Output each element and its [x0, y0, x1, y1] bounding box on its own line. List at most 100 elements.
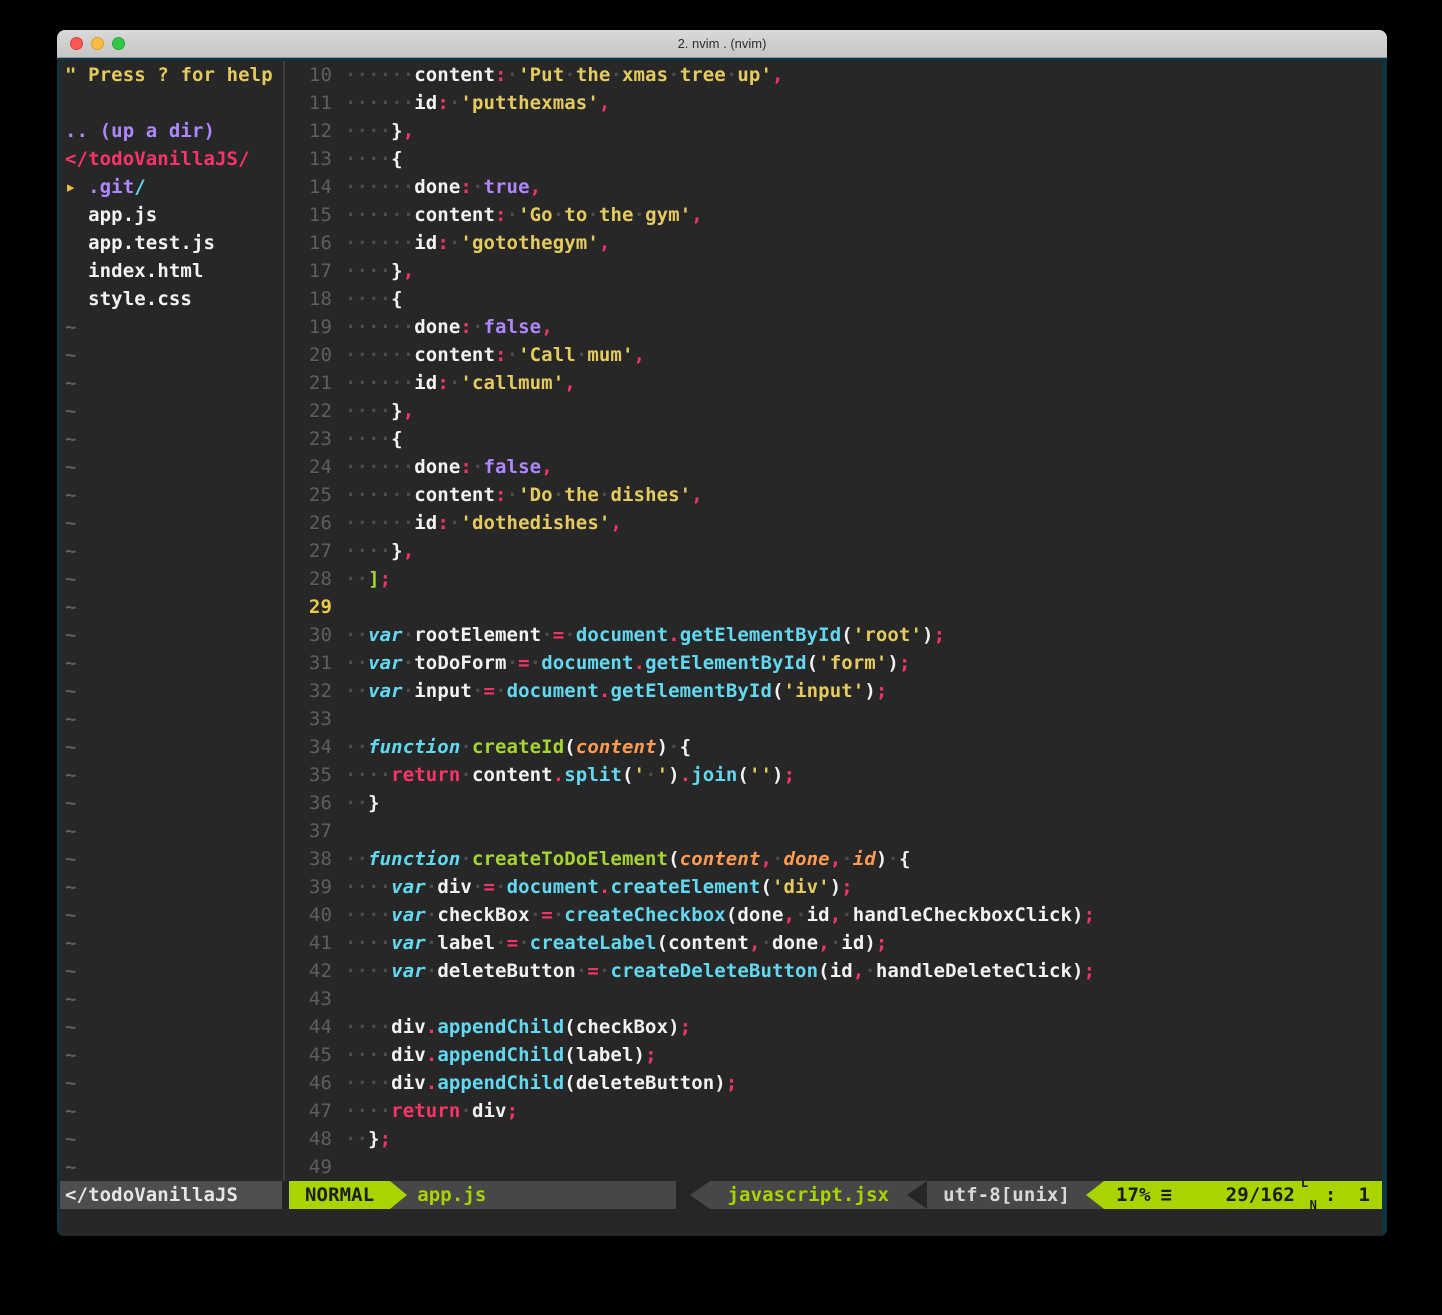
code-line[interactable]: 22····}, — [287, 397, 1382, 425]
line-number-icon: L N — [1301, 1183, 1317, 1207]
code-line[interactable]: 48··}; — [287, 1125, 1382, 1153]
line-number: 25 — [287, 481, 345, 509]
code-line[interactable]: 27····}, — [287, 537, 1382, 565]
code-line[interactable]: 41····var·label·=·createLabel(content,·d… — [287, 929, 1382, 957]
titlebar[interactable]: 2. nvim . (nvim) — [57, 30, 1387, 58]
code-line[interactable]: 28··]; — [287, 565, 1382, 593]
scroll-percent: 17% — [1116, 1181, 1151, 1209]
code-line[interactable]: 32··var·input·=·document.getElementById(… — [287, 677, 1382, 705]
column-position: 1 — [1358, 1181, 1370, 1209]
code-line[interactable]: 35····return·content.split('·').join('')… — [287, 761, 1382, 789]
code-line[interactable]: 24······done:·false, — [287, 453, 1382, 481]
empty-line-tilde: ~ — [60, 1013, 282, 1041]
empty-line-tilde: ~ — [60, 593, 282, 621]
code-line[interactable]: 12····}, — [287, 117, 1382, 145]
code-line[interactable]: 33 — [287, 705, 1382, 733]
code-line[interactable]: 20······content:·'Call·mum', — [287, 341, 1382, 369]
code-line[interactable]: 21······id:·'callmum', — [287, 369, 1382, 397]
code-line[interactable]: 38··function·createToDoElement(content,·… — [287, 845, 1382, 873]
code-line[interactable]: 49 — [287, 1153, 1382, 1181]
code-line[interactable]: 46····div.appendChild(deleteButton); — [287, 1069, 1382, 1097]
empty-line-tilde: ~ — [60, 733, 282, 761]
col-separator: : — [1325, 1181, 1337, 1209]
line-number: 22 — [287, 397, 345, 425]
empty-line-tilde: ~ — [60, 369, 282, 397]
command-line[interactable] — [60, 1209, 1382, 1236]
empty-line-tilde: ~ — [60, 789, 282, 817]
line-number: 45 — [287, 1041, 345, 1069]
code-line[interactable]: 42····var·deleteButton·=·createDeleteBut… — [287, 957, 1382, 985]
line-number: 11 — [287, 89, 345, 117]
statusline-tree-path: </todoVanillaJS — [60, 1181, 282, 1209]
line-number: 31 — [287, 649, 345, 677]
code-line[interactable]: 36··} — [287, 789, 1382, 817]
code-line[interactable]: 37 — [287, 817, 1382, 845]
code-line[interactable]: 19······done:·false, — [287, 313, 1382, 341]
mode-indicator: NORMAL — [289, 1181, 390, 1209]
code-line[interactable]: 26······id:·'dothedishes', — [287, 509, 1382, 537]
code-line[interactable]: 17····}, — [287, 257, 1382, 285]
tree-root[interactable]: </todoVanillaJS/ — [60, 145, 282, 173]
empty-line-tilde: ~ — [60, 985, 282, 1013]
code-line[interactable]: 31··var·toDoForm·=·document.getElementBy… — [287, 649, 1382, 677]
line-number: 19 — [287, 313, 345, 341]
line-number: 40 — [287, 901, 345, 929]
line-number: 27 — [287, 537, 345, 565]
line-number: 43 — [287, 985, 345, 1013]
tree-file-app-test-js[interactable]: app.test.js — [60, 229, 282, 257]
empty-line-tilde: ~ — [60, 1097, 282, 1125]
line-number: 32 — [287, 677, 345, 705]
code-line[interactable]: 34··function·createId(content)·{ — [287, 733, 1382, 761]
empty-line-tilde: ~ — [60, 313, 282, 341]
code-line[interactable]: 39····var·div·=·document.createElement('… — [287, 873, 1382, 901]
statusline-filename: app.js — [407, 1181, 675, 1209]
tree-file-index-html[interactable]: index.html — [60, 257, 282, 285]
blank — [60, 89, 282, 117]
empty-line-tilde: ~ — [60, 845, 282, 873]
empty-line-tilde: ~ — [60, 1125, 282, 1153]
code-line[interactable]: 30··var·rootElement·=·document.getElemen… — [287, 621, 1382, 649]
code-line[interactable]: 23····{ — [287, 425, 1382, 453]
window-separator[interactable] — [283, 61, 285, 1181]
code-line[interactable]: 25······content:·'Do·the·dishes', — [287, 481, 1382, 509]
line-number: 30 — [287, 621, 345, 649]
line-number: 18 — [287, 285, 345, 313]
empty-line-tilde: ~ — [60, 817, 282, 845]
empty-line-tilde: ~ — [60, 705, 282, 733]
statusline-gap — [282, 1181, 289, 1209]
tree-dir-git[interactable]: ▸ .git/ — [60, 173, 282, 201]
empty-line-tilde: ~ — [60, 565, 282, 593]
powerline-separator-icon — [1086, 1181, 1104, 1209]
line-number: 44 — [287, 1013, 345, 1041]
code-line[interactable]: 18····{ — [287, 285, 1382, 313]
tree-file-style-css[interactable]: style.css — [60, 285, 282, 313]
code-line[interactable]: 13····{ — [287, 145, 1382, 173]
empty-line-tilde: ~ — [60, 621, 282, 649]
code-line[interactable]: 14······done:·true, — [287, 173, 1382, 201]
empty-line-tilde: ~ — [60, 509, 282, 537]
tree-file-app-js[interactable]: app.js — [60, 201, 282, 229]
empty-line-tilde: ~ — [60, 1069, 282, 1097]
code-line[interactable]: 11······id:·'putthexmas', — [287, 89, 1382, 117]
code-line[interactable]: 40····var·checkBox·=·createCheckbox(done… — [287, 901, 1382, 929]
empty-line-tilde: ~ — [60, 929, 282, 957]
code-line[interactable]: 45····div.appendChild(label); — [287, 1041, 1382, 1069]
terminal-content: " Press ? for help .. (up a dir)</todoVa… — [57, 58, 1387, 1236]
line-number: 48 — [287, 1125, 345, 1153]
line-number: 10 — [287, 61, 345, 89]
empty-line-tilde: ~ — [60, 873, 282, 901]
cursor-line-number: 29 — [287, 593, 345, 621]
code-line[interactable]: 29 — [287, 593, 1382, 621]
line-number: 16 — [287, 229, 345, 257]
code-line[interactable]: 15······content:·'Go·to·the·gym', — [287, 201, 1382, 229]
editor-buffer[interactable]: 10······content:·'Put·the·xmas·tree·up',… — [287, 61, 1382, 1181]
line-number: 12 — [287, 117, 345, 145]
code-line[interactable]: 47····return·div; — [287, 1097, 1382, 1125]
tree-up-dir[interactable]: .. (up a dir) — [60, 117, 282, 145]
code-line[interactable]: 16······id:·'gotothegym', — [287, 229, 1382, 257]
code-line[interactable]: 44····div.appendChild(checkBox); — [287, 1013, 1382, 1041]
code-line[interactable]: 43 — [287, 985, 1382, 1013]
line-number: 13 — [287, 145, 345, 173]
empty-line-tilde: ~ — [60, 761, 282, 789]
code-line[interactable]: 10······content:·'Put·the·xmas·tree·up', — [287, 61, 1382, 89]
